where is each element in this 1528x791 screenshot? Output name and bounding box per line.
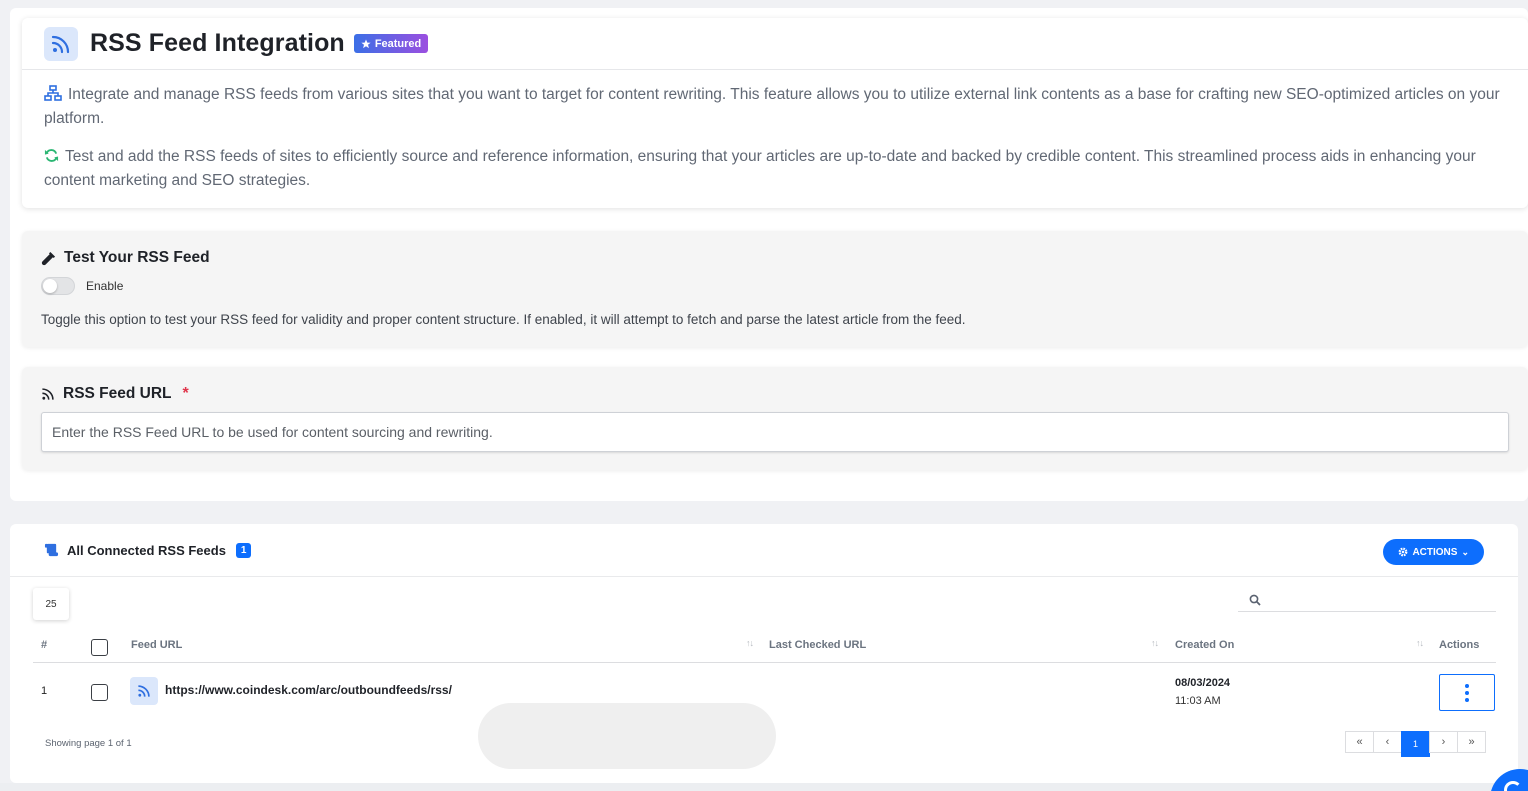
featured-badge-label: Featured: [374, 37, 422, 50]
feed-url-input[interactable]: [41, 412, 1509, 452]
sort-icon[interactable]: ↑↓: [1151, 638, 1159, 648]
featured-badge: Featured: [353, 34, 429, 53]
kebab-dot: [1465, 690, 1469, 695]
col-last-checked[interactable]: Last Checked URL: [769, 639, 866, 651]
search-icon: [1249, 594, 1261, 606]
col-number: #: [41, 639, 48, 651]
search-input[interactable]: [1261, 592, 1496, 607]
pagination-last[interactable]: »: [1457, 731, 1486, 753]
header-card: RSS Feed Integration Featured Integrate …: [22, 18, 1528, 208]
sort-icon[interactable]: ↑↓: [746, 638, 754, 648]
header-bar: RSS Feed Integration Featured: [22, 18, 1528, 70]
sitemap-icon: [44, 85, 62, 108]
test-feed-card: Test Your RSS Feed Enable Toggle this op…: [22, 231, 1528, 347]
description-test: Test and add the RSS feeds of sites to e…: [44, 146, 1506, 192]
kebab-dot: [1465, 697, 1469, 702]
col-created-on[interactable]: Created On: [1175, 639, 1234, 651]
bottom-strip: [0, 783, 1528, 791]
chat-icon: [1504, 781, 1522, 791]
rss-icon: [130, 677, 158, 705]
description-integrate-text: Integrate and manage RSS feeds from vari…: [44, 86, 1500, 127]
connected-feeds-title: All Connected RSS Feeds: [67, 542, 226, 558]
pagination: « ‹ 1 › »: [1345, 731, 1486, 757]
test-feed-title-text: Test Your RSS Feed: [64, 249, 210, 266]
created-time: 11:03 AM: [1175, 695, 1221, 707]
enable-toggle-row: Enable: [41, 277, 1509, 295]
feed-url-title-text: RSS Feed URL: [63, 385, 172, 402]
connected-feeds-header: All Connected RSS Feeds 1 ACTIONS ⌄: [10, 524, 1518, 577]
actions-button-label: ACTIONS: [1412, 546, 1458, 558]
page-title: RSS Feed Integration: [90, 29, 345, 57]
row-number: 1: [41, 685, 48, 697]
enable-toggle-label[interactable]: Enable: [86, 279, 123, 293]
feed-url-card: RSS Feed URL *: [22, 367, 1528, 470]
toggle-knob: [43, 279, 57, 293]
actions-button[interactable]: ACTIONS ⌄: [1383, 539, 1484, 565]
chevron-down-icon: ⌄: [1461, 546, 1469, 557]
pagination-current-page[interactable]: 1: [1401, 731, 1430, 757]
per-page-select[interactable]: 25: [33, 588, 69, 620]
row-actions-menu-button[interactable]: [1439, 674, 1495, 711]
description: Integrate and manage RSS feeds from vari…: [22, 70, 1528, 192]
star-icon: [361, 39, 371, 48]
feed-url-link[interactable]: https://www.coindesk.com/arc/outboundfee…: [165, 683, 452, 697]
enable-toggle[interactable]: [41, 277, 75, 295]
vial-icon: [41, 251, 56, 265]
select-all-checkbox[interactable]: [91, 639, 108, 656]
description-integrate: Integrate and manage RSS feeds from vari…: [44, 84, 1506, 130]
test-feed-title: Test Your RSS Feed: [41, 249, 1509, 267]
overlay-pill: [478, 703, 776, 769]
required-asterisk: *: [182, 385, 189, 402]
description-test-text: Test and add the RSS feeds of sites to e…: [44, 148, 1476, 189]
sort-icon[interactable]: ↑↓: [1416, 638, 1424, 648]
refresh-icon: [44, 148, 59, 170]
gear-icon: [1399, 547, 1408, 557]
col-feed-url[interactable]: Feed URL: [131, 639, 182, 651]
rss-small-icon: [42, 388, 54, 400]
col-actions: Actions: [1439, 639, 1480, 651]
pagination-prev[interactable]: ‹: [1373, 731, 1402, 753]
table-header-row: # Feed URL ↑↓ Last Checked URL ↑↓ Create…: [33, 628, 1496, 663]
pagination-info: Showing page 1 of 1: [45, 738, 132, 749]
row-checkbox[interactable]: [91, 684, 108, 701]
pagination-next[interactable]: ›: [1429, 731, 1458, 753]
test-feed-help: Toggle this option to test your RSS feed…: [41, 312, 966, 327]
rss-icon: [44, 26, 78, 61]
created-date: 08/03/2024: [1175, 677, 1231, 689]
scroll-icon: [44, 543, 59, 557]
feed-url-title: RSS Feed URL *: [41, 385, 1509, 403]
kebab-dot: [1465, 683, 1469, 688]
feeds-count-badge: 1: [235, 542, 252, 558]
pagination-first[interactable]: «: [1345, 731, 1374, 753]
table-search: [1238, 588, 1496, 612]
